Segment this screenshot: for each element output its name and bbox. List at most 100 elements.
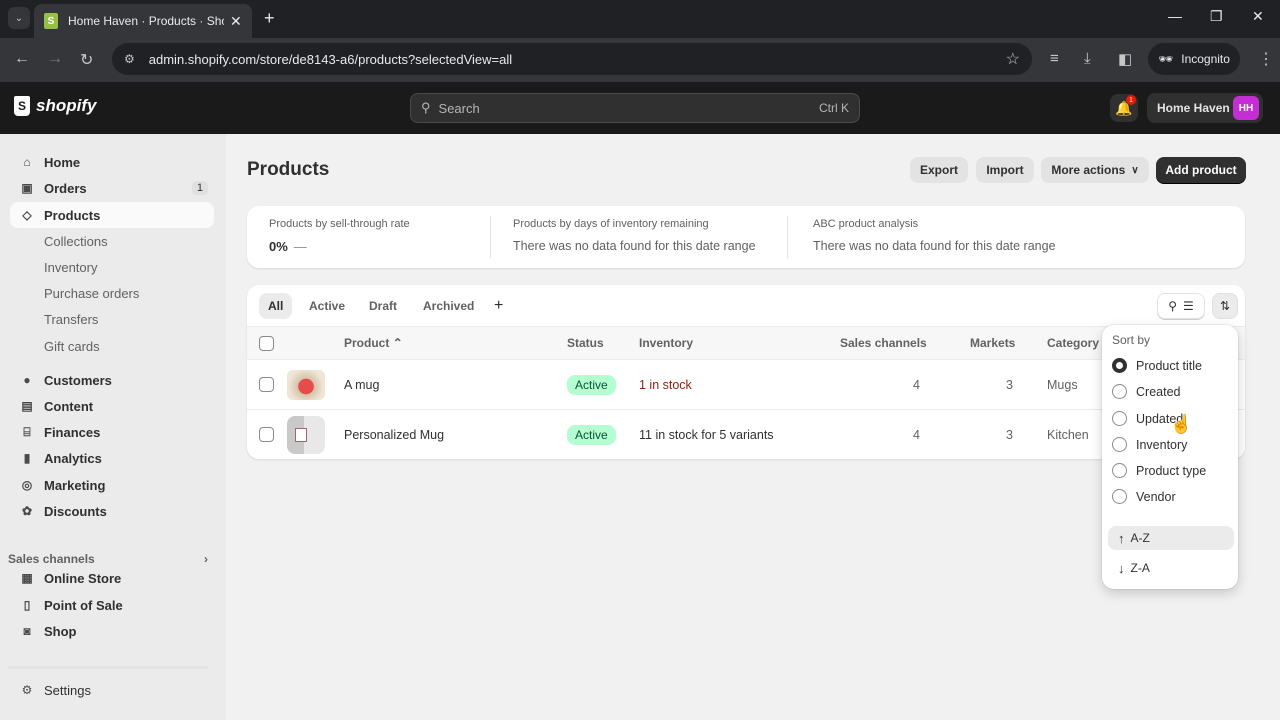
- radio-selected[interactable]: [1112, 358, 1127, 373]
- add-view-icon[interactable]: +: [494, 297, 503, 315]
- radio[interactable]: [1112, 411, 1127, 426]
- select-all-checkbox[interactable]: [259, 336, 274, 351]
- sidebar-subitem-transfers[interactable]: Transfers: [44, 312, 98, 327]
- download-icon[interactable]: ⤓: [1084, 50, 1091, 67]
- store-name: Home Haven: [1157, 101, 1230, 115]
- more-actions-button[interactable]: More actions ∨: [1041, 157, 1149, 183]
- metric-label: ABC product analysis: [813, 218, 919, 230]
- import-button[interactable]: Import: [976, 157, 1034, 183]
- image-icon: ▤: [21, 399, 33, 413]
- arrow-up-icon: ↑: [1118, 530, 1125, 546]
- arrow-down-icon: ↓: [1118, 560, 1125, 576]
- sort-option-inventory[interactable]: Inventory: [1112, 437, 1187, 452]
- product-name[interactable]: A mug: [344, 378, 379, 392]
- row-checkbox[interactable]: [259, 377, 274, 392]
- url-text[interactable]: admin.shopify.com/store/de8143-a6/produc…: [149, 52, 1006, 67]
- column-product[interactable]: Product ⌃: [344, 336, 403, 350]
- table-row[interactable]: A mug Active 1 in stock 4 3 Mugs: [247, 360, 1245, 410]
- site-info-icon[interactable]: ⚙: [124, 52, 135, 66]
- sales-channels-value: 4: [913, 428, 920, 442]
- notifications-button[interactable]: 🔔 1: [1110, 94, 1138, 122]
- radio[interactable]: [1112, 437, 1127, 452]
- sidebar-item-label: Marketing: [44, 477, 106, 493]
- sidebar-item-shop[interactable]: ◙ Shop: [10, 618, 214, 644]
- sidebar-subitem-gift-cards[interactable]: Gift cards: [44, 339, 100, 354]
- sort-option-product-title[interactable]: Product title: [1112, 358, 1202, 373]
- inbox-icon: ▣: [21, 181, 33, 195]
- sort-direction-z-a[interactable]: ↓ Z-A: [1108, 556, 1234, 580]
- metric-days-inventory[interactable]: Products by days of inventory remaining …: [513, 218, 756, 253]
- sort-direction-a-z[interactable]: ↑ A-Z: [1108, 526, 1234, 550]
- sidebar-item-analytics[interactable]: ▮ Analytics: [10, 445, 214, 471]
- close-tab-icon[interactable]: ✕: [230, 13, 242, 30]
- sidebar-item-marketing[interactable]: ◎ Marketing: [10, 472, 214, 498]
- sort-option-label: Product type: [1136, 463, 1207, 478]
- sort-button[interactable]: ⇅: [1212, 293, 1238, 319]
- incognito-icon: 🕶: [1158, 52, 1174, 66]
- address-bar[interactable]: ⚙ admin.shopify.com/store/de8143-a6/prod…: [112, 43, 1032, 75]
- forward-icon[interactable]: →: [47, 50, 63, 68]
- sort-option-label: Created: [1136, 384, 1181, 399]
- minimize-icon[interactable]: —: [1168, 8, 1182, 24]
- sidebar-item-home[interactable]: ⌂ Home: [10, 149, 214, 175]
- sidebar-subitem-collections[interactable]: Collections: [44, 234, 108, 249]
- sidebar-item-products[interactable]: ◇ Products: [10, 202, 214, 228]
- hand-cursor-icon: ☝: [1170, 414, 1193, 434]
- sidebar-item-discounts[interactable]: ✿ Discounts: [10, 498, 214, 524]
- store-menu-button[interactable]: Home Haven HH: [1147, 93, 1263, 123]
- chevron-right-icon: ›: [204, 552, 208, 566]
- search-filter-button[interactable]: ⚲ ☰: [1157, 293, 1205, 319]
- sidebar-divider: [8, 666, 208, 669]
- browser-menu-icon[interactable]: ⋮: [1258, 49, 1274, 69]
- reading-list-icon[interactable]: ≡: [1050, 50, 1059, 67]
- sidebar-item-online-store[interactable]: ▦ Online Store: [10, 565, 214, 591]
- export-button[interactable]: Export: [910, 157, 968, 183]
- sidebar-item-point-of-sale[interactable]: ▯ Point of Sale: [10, 592, 214, 618]
- incognito-indicator[interactable]: 🕶 Incognito: [1148, 43, 1240, 75]
- radio[interactable]: [1112, 463, 1127, 478]
- new-tab-icon[interactable]: +: [264, 8, 275, 29]
- sidebar-item-label: Settings: [44, 682, 91, 698]
- metric-abc-analysis[interactable]: ABC product analysis There was no data f…: [813, 218, 1056, 253]
- view-tab-all[interactable]: All: [259, 293, 293, 319]
- shopify-logo[interactable]: S shopify: [14, 96, 96, 116]
- row-checkbox[interactable]: [259, 427, 274, 442]
- metric-sell-through[interactable]: Products by sell-through rate 0% —: [269, 218, 410, 254]
- radio[interactable]: [1112, 384, 1127, 399]
- add-product-button[interactable]: Add product: [1156, 157, 1246, 183]
- sort-option-product-type[interactable]: Product type: [1112, 463, 1206, 478]
- markets-value: 3: [1006, 428, 1013, 442]
- browser-tab[interactable]: S Home Haven · Products · Shopify ✕: [34, 4, 252, 38]
- bank-icon: ⌸: [23, 424, 31, 439]
- table-row[interactable]: Personalized Mug Active 11 in stock for …: [247, 410, 1245, 460]
- metric-divider: [490, 216, 491, 258]
- sales-channels-header[interactable]: Sales channels ›: [8, 552, 208, 566]
- shopify-topbar: S shopify ⚲ Search Ctrl K 🔔 1 Home Haven…: [0, 82, 1280, 134]
- search-input[interactable]: ⚲ Search Ctrl K: [410, 93, 860, 123]
- view-tab-draft[interactable]: Draft: [360, 293, 406, 319]
- view-tab-archived[interactable]: Archived: [414, 293, 483, 319]
- sidebar-item-finances[interactable]: ⌸ Finances: [10, 419, 214, 445]
- sort-option-created[interactable]: Created: [1112, 384, 1180, 399]
- sort-option-vendor[interactable]: Vendor: [1112, 489, 1176, 504]
- sidebar-item-customers[interactable]: ● Customers: [10, 367, 214, 393]
- close-window-icon[interactable]: ✕: [1252, 8, 1264, 25]
- star-icon[interactable]: ☆: [1006, 49, 1020, 69]
- sidebar-item-settings[interactable]: ⚙ Settings: [10, 677, 214, 703]
- radio[interactable]: [1112, 489, 1127, 504]
- home-icon: ⌂: [23, 155, 31, 169]
- tab-list-chevron-icon[interactable]: ⌄: [8, 7, 30, 29]
- metric-value: 0% —: [269, 239, 410, 254]
- sidebar-subitem-inventory[interactable]: Inventory: [44, 260, 97, 275]
- sidebar-item-orders[interactable]: ▣ Orders 1: [10, 175, 214, 201]
- view-tab-active[interactable]: Active: [300, 293, 354, 319]
- sidebar-subitem-purchase-orders[interactable]: Purchase orders: [44, 286, 139, 301]
- back-icon[interactable]: ←: [14, 50, 30, 68]
- product-name[interactable]: Personalized Mug: [344, 428, 444, 442]
- restore-icon[interactable]: ❐: [1210, 8, 1223, 25]
- sidebar-item-content[interactable]: ▤ Content: [10, 393, 214, 419]
- store-icon: ▦: [21, 571, 33, 585]
- reload-icon[interactable]: ↻: [80, 50, 93, 70]
- side-panel-icon[interactable]: ◧: [1118, 50, 1132, 68]
- sort-popover: Sort by Product title Created Updated In…: [1102, 325, 1238, 589]
